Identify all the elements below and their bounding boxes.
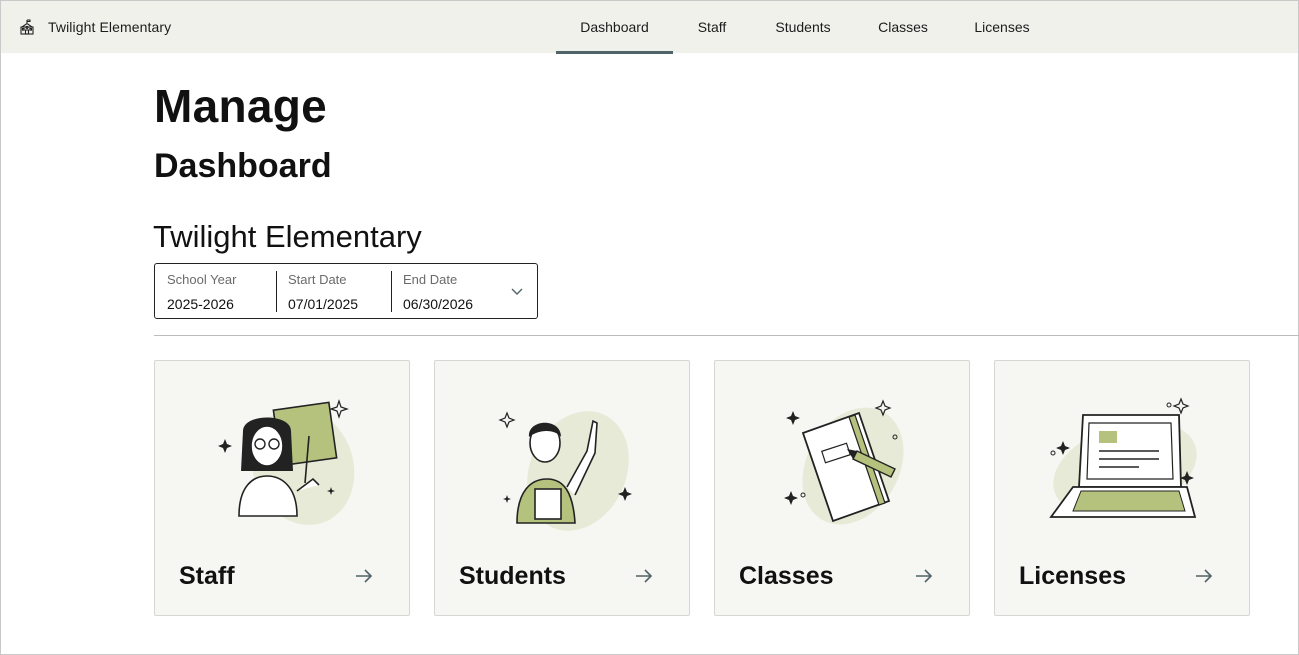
staff-card-label: Staff [179,562,235,590]
tab-dashboard[interactable]: Dashboard [556,1,673,54]
main-nav: Dashboard Staff Students Classes License… [556,1,1053,54]
tab-staff[interactable]: Staff [673,1,751,53]
students-card[interactable]: Students [434,360,690,616]
arrow-right-icon [916,569,933,583]
end-date-value: 06/30/2026 [403,296,474,312]
start-date-segment: Start Date 07/01/2025 [276,264,391,318]
brand[interactable]: Twilight Elementary [19,1,171,53]
school-year-segment: School Year 2025-2026 [155,264,276,318]
arrow-right-icon [636,569,653,583]
notebook-illustration [784,399,904,525]
chevron-down-icon[interactable] [510,284,524,298]
students-card-label: Students [459,562,566,590]
school-name: Twilight Elementary [48,19,172,35]
laptop-illustration [1049,397,1197,518]
start-date-value: 07/01/2025 [288,296,359,312]
school-heading: Twilight Elementary [153,219,422,254]
top-nav-bar: Twilight Elementary Dashboard Staff Stud… [1,1,1298,54]
section-divider [154,335,1299,336]
licenses-card[interactable]: Licenses [994,360,1250,616]
school-year-selector[interactable]: School Year 2025-2026 Start Date 07/01/2… [154,263,538,319]
licenses-card-label: Licenses [1019,562,1127,590]
tab-students[interactable]: Students [751,1,855,53]
end-date-label: End Date [403,272,458,287]
teacher-illustration [218,399,355,525]
student-illustration [498,411,632,531]
tab-classes[interactable]: Classes [855,1,951,53]
page-subtitle: Dashboard [154,147,332,185]
classes-card-label: Classes [739,562,834,590]
end-date-segment: End Date 06/30/2026 [391,264,503,318]
page-title: Manage [154,80,328,132]
classes-card[interactable]: Classes [714,360,970,616]
staff-card[interactable]: Staff [154,360,410,616]
school-year-label: School Year [167,272,237,287]
school-building-icon [20,19,34,35]
arrow-right-icon [356,569,373,583]
school-year-value: 2025-2026 [167,296,234,312]
start-date-label: Start Date [288,272,347,287]
tab-licenses[interactable]: Licenses [951,1,1053,53]
arrow-right-icon [1196,569,1213,583]
